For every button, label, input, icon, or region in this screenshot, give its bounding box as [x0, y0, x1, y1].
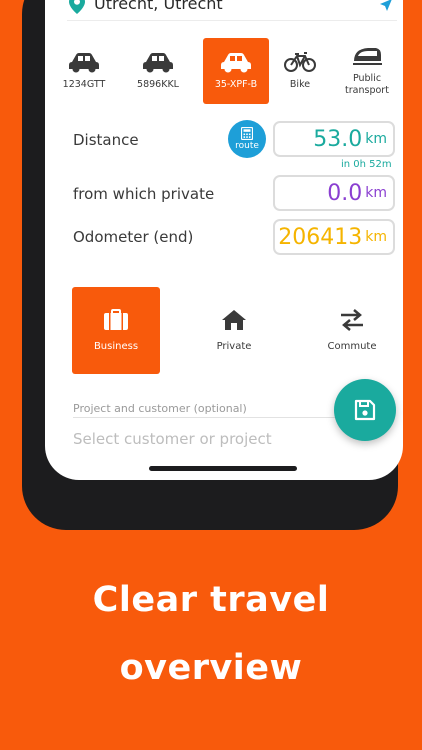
distance-value: 53.0 — [313, 126, 363, 152]
private-distance-label: from which private — [73, 185, 215, 203]
private-distance-field[interactable]: 0.0 km — [273, 175, 395, 211]
vehicle-5896kkl[interactable]: 5896KKL — [125, 38, 191, 104]
vehicle-label: 35-XPF-B — [214, 79, 258, 91]
swap-arrows-icon — [341, 309, 363, 331]
navigation-arrow-icon[interactable] — [379, 0, 393, 12]
bike-icon — [284, 52, 316, 73]
category-label: Commute — [327, 341, 377, 352]
category-label: Private — [216, 341, 252, 352]
car-icon — [221, 53, 251, 73]
train-icon — [353, 48, 382, 66]
save-button[interactable] — [334, 379, 396, 441]
calculator-icon — [241, 127, 253, 140]
project-input[interactable] — [73, 430, 363, 448]
vehicle-35-xpf-b[interactable]: 35-XPF-B — [203, 38, 269, 104]
vehicle-label: 5896KKL — [137, 79, 179, 91]
destination-field[interactable]: Utrecht, Utrecht — [94, 0, 223, 13]
route-button[interactable]: route — [228, 120, 266, 158]
private-distance-unit: km — [365, 185, 387, 201]
home-icon — [222, 310, 246, 330]
odometer-unit: km — [365, 229, 387, 245]
app-screen: To Utrecht, Utrecht 1234GTT — [45, 0, 403, 480]
trip-category-selector: Business Private Commute — [72, 287, 402, 374]
phone-frame: To Utrecht, Utrecht 1234GTT — [22, 0, 403, 530]
category-private[interactable]: Private — [190, 287, 278, 374]
briefcase-icon — [104, 309, 128, 330]
vehicle-selector: 1234GTT 5896KKL 35-XPF-B Bike Public tra… — [45, 38, 403, 104]
divider — [73, 417, 353, 418]
distance-unit: km — [365, 131, 387, 147]
odometer-value: 206413 — [278, 224, 363, 250]
category-business[interactable]: Business — [72, 287, 160, 374]
vehicle-label: Public transport — [345, 73, 389, 96]
category-label: Business — [93, 341, 139, 352]
distance-label: Distance — [73, 131, 139, 149]
trip-duration: in 0h 52m — [341, 159, 392, 170]
headline-line-2: overview — [119, 648, 303, 688]
odometer-field[interactable]: 206413 km — [273, 219, 395, 255]
project-label: Project and customer (optional) — [73, 402, 247, 415]
route-button-label: route — [235, 141, 259, 151]
vehicle-label: Bike — [289, 79, 311, 91]
vehicle-bike[interactable]: Bike — [267, 38, 333, 104]
vehicle-public-transport[interactable]: Public transport — [334, 38, 400, 104]
home-indicator[interactable] — [149, 466, 297, 471]
headline-line-1: Clear travel — [92, 580, 330, 620]
vehicle-label: 1234GTT — [62, 79, 106, 91]
location-pin-icon — [69, 0, 85, 14]
category-commute[interactable]: Commute — [308, 287, 396, 374]
car-icon — [143, 53, 173, 73]
floppy-disk-icon — [354, 399, 376, 421]
divider — [67, 20, 397, 21]
distance-field[interactable]: 53.0 km — [273, 121, 395, 157]
private-distance-value: 0.0 — [327, 180, 363, 206]
vehicle-1234gtt[interactable]: 1234GTT — [51, 38, 117, 104]
odometer-label: Odometer (end) — [73, 228, 194, 246]
car-icon — [69, 53, 99, 73]
